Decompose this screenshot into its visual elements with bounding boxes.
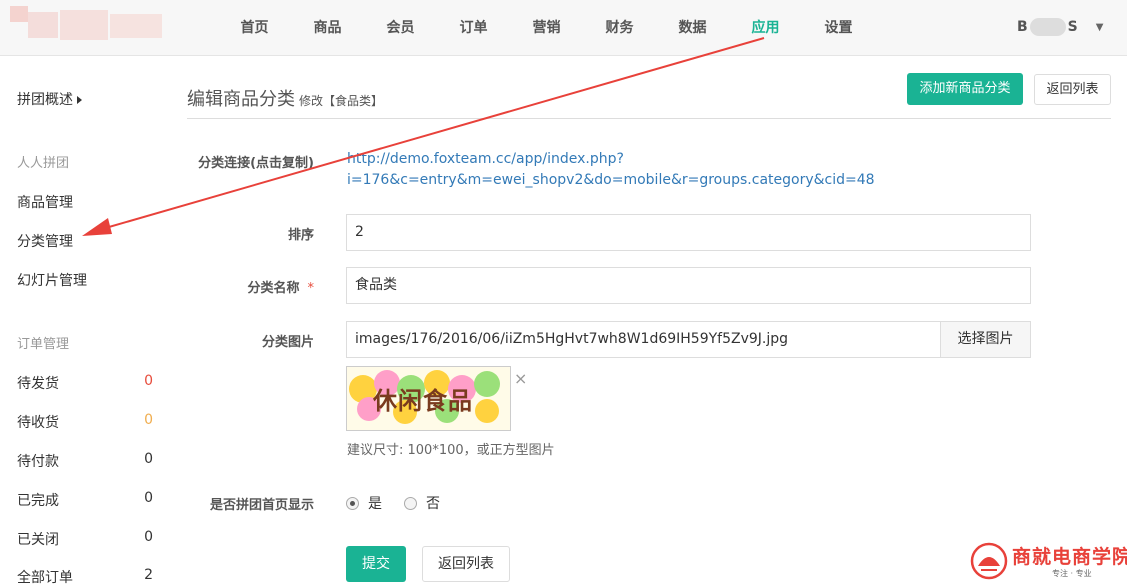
- order-label: 已关闭: [17, 532, 59, 548]
- top-navbar: 首页 商品 会员 订单 营销 财务 数据 应用 设置 B S ▼: [0, 0, 1127, 56]
- category-link-label: 分类连接(点击复制): [198, 156, 314, 171]
- sidebar-item-slides[interactable]: 幻灯片管理: [17, 270, 87, 290]
- category-image-input[interactable]: images/176/2016/06/iiZm5HgHvt7wh8W1d69IH…: [346, 321, 941, 358]
- nav-home[interactable]: 首页: [218, 0, 291, 56]
- radio-yes-label: 是: [368, 496, 382, 512]
- sidebar-overview-label: 拼团概述: [17, 92, 73, 108]
- main-nav: 首页 商品 会员 订单 营销 财务 数据 应用 设置: [218, 0, 875, 56]
- sort-label: 排序: [287, 228, 314, 243]
- watermark-logo: 商就电商学院 专注 · 专业: [970, 540, 1127, 582]
- user-name-mask: [1029, 18, 1066, 36]
- order-count: 0: [144, 451, 153, 467]
- nav-marketing[interactable]: 营销: [510, 0, 583, 56]
- watermark-emblem-icon: [970, 542, 1008, 580]
- sidebar-order-pending-receive[interactable]: 待收货 0: [17, 412, 167, 432]
- page-title: 编辑商品分类 修改【食品类】: [187, 85, 383, 111]
- divider: [187, 118, 1111, 119]
- category-name-label: 分类名称 *: [247, 277, 314, 296]
- watermark-name: 商就电商学院: [1012, 546, 1127, 568]
- category-link-line1: http://demo.foxteam.cc/app/index.php?: [347, 151, 624, 167]
- nav-orders[interactable]: 订单: [437, 0, 510, 56]
- caret-down-icon: ▼: [1095, 21, 1104, 33]
- show-on-home-label: 是否拼团首页显示: [209, 498, 314, 513]
- sort-input[interactable]: 2: [346, 214, 1031, 251]
- add-category-button[interactable]: 添加新商品分类: [907, 73, 1023, 105]
- order-count: 2: [144, 567, 153, 583]
- radio-no[interactable]: [404, 496, 417, 510]
- radio-no-label: 否: [426, 496, 440, 512]
- order-label: 待发货: [17, 376, 59, 392]
- sidebar-order-all[interactable]: 全部订单 2: [17, 567, 167, 587]
- category-link-line2: i=176&c=entry&m=ewei_shopv2&do=mobile&r=…: [347, 172, 875, 188]
- select-image-button[interactable]: 选择图片: [940, 321, 1031, 358]
- order-label: 待收货: [17, 415, 59, 431]
- image-size-hint: 建议尺寸: 100*100，或正方型图片: [347, 443, 555, 458]
- radio-yes[interactable]: [346, 496, 359, 510]
- watermark-slogan: 专注 · 专业: [1052, 569, 1092, 578]
- category-name-input[interactable]: 食品类: [346, 267, 1031, 304]
- nav-finance[interactable]: 财务: [583, 0, 656, 56]
- sidebar-order-completed[interactable]: 已完成 0: [17, 490, 167, 510]
- user-menu[interactable]: B S ▼: [1017, 18, 1103, 36]
- back-button[interactable]: 返回列表: [422, 546, 510, 582]
- order-count: 0: [144, 529, 153, 545]
- nav-members[interactable]: 会员: [364, 0, 437, 56]
- sidebar-order-closed[interactable]: 已关闭 0: [17, 529, 167, 549]
- nav-apps[interactable]: 应用: [729, 0, 802, 56]
- submit-button[interactable]: 提交: [346, 546, 406, 582]
- nav-data[interactable]: 数据: [656, 0, 729, 56]
- sidebar-item-category[interactable]: 分类管理: [17, 231, 73, 251]
- nav-settings[interactable]: 设置: [802, 0, 875, 56]
- sidebar-section-groupbuy: 人人拼团: [17, 156, 70, 171]
- order-count: 0: [144, 490, 153, 506]
- main-content: 编辑商品分类 修改【食品类】 添加新商品分类 返回列表 分类连接(点击复制) ht…: [187, 57, 1112, 588]
- sidebar: 拼团概述 人人拼团 商品管理 分类管理 幻灯片管理 订单管理 待发货 0 待收货…: [0, 57, 178, 588]
- user-name-prefix: B: [1017, 19, 1028, 35]
- remove-image-icon[interactable]: ×: [514, 369, 527, 388]
- sidebar-item-goods[interactable]: 商品管理: [17, 192, 73, 212]
- sidebar-order-pending-pay[interactable]: 待付款 0: [17, 451, 167, 471]
- category-image-thumbnail: 休闲食品: [346, 366, 511, 431]
- order-label: 全部订单: [17, 570, 73, 586]
- order-count: 0: [144, 412, 153, 428]
- required-mark: *: [307, 281, 315, 296]
- order-label: 已完成: [17, 493, 59, 509]
- sidebar-section-orders: 订单管理: [17, 337, 70, 352]
- sidebar-order-pending-ship[interactable]: 待发货 0: [17, 373, 167, 393]
- sidebar-item-overview[interactable]: 拼团概述: [17, 89, 82, 109]
- page-title-text: 编辑商品分类: [187, 89, 295, 110]
- page-subtitle: 修改【食品类】: [299, 94, 384, 108]
- category-image-label: 分类图片: [261, 335, 314, 350]
- nav-goods[interactable]: 商品: [291, 0, 364, 56]
- category-link[interactable]: http://demo.foxteam.cc/app/index.php? i=…: [347, 149, 875, 191]
- user-name-suffix: S: [1067, 19, 1078, 35]
- order-label: 待付款: [17, 454, 59, 470]
- logo[interactable]: [10, 6, 166, 48]
- order-count: 0: [144, 373, 153, 389]
- thumbnail-text: 休闲食品: [373, 387, 473, 415]
- back-to-list-button[interactable]: 返回列表: [1034, 74, 1111, 105]
- show-on-home-radios: 是 否: [346, 493, 440, 513]
- category-name-label-text: 分类名称: [247, 281, 300, 296]
- caret-right-icon: [77, 96, 82, 104]
